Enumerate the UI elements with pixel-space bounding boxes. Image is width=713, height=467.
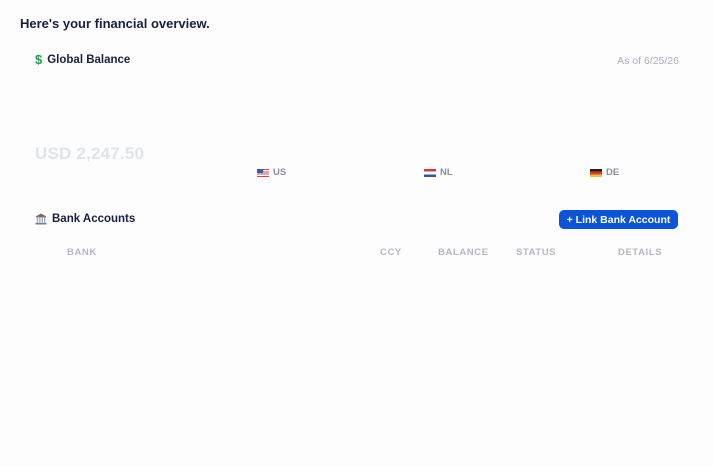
us-flag-icon [257, 168, 269, 177]
region-nl-code: NL [440, 167, 453, 178]
column-header-status: STATUS [516, 247, 557, 258]
column-header-ccy: CCY [380, 247, 402, 258]
bank-accounts-title: Bank Accounts [35, 213, 135, 225]
region-us-code: US [273, 167, 287, 178]
column-header-balance: BALANCE [438, 247, 489, 258]
bank-accounts-label: Bank Accounts [52, 213, 136, 225]
de-flag-icon [590, 168, 602, 177]
global-balance-label: Global Balance [47, 53, 131, 66]
column-header-details: DETAILS [618, 247, 663, 258]
region-us: US [257, 167, 286, 178]
as-of-date: As of 6/25/26 [617, 55, 679, 67]
nl-flag-icon [424, 168, 436, 177]
region-de-code: DE [606, 167, 620, 178]
link-bank-account-button[interactable]: + Link Bank Account [559, 210, 678, 229]
total-balance: USD 2,247.50 [35, 144, 145, 163]
global-balance-title: $ Global Balance [35, 53, 130, 66]
region-de: DE [590, 167, 619, 178]
dollar-sign-icon: $ [35, 52, 43, 67]
column-header-bank: BANK [67, 247, 97, 258]
bank-icon [35, 213, 47, 225]
page-heading: Here's your financial overview. [20, 16, 210, 31]
region-nl: NL [424, 167, 453, 178]
